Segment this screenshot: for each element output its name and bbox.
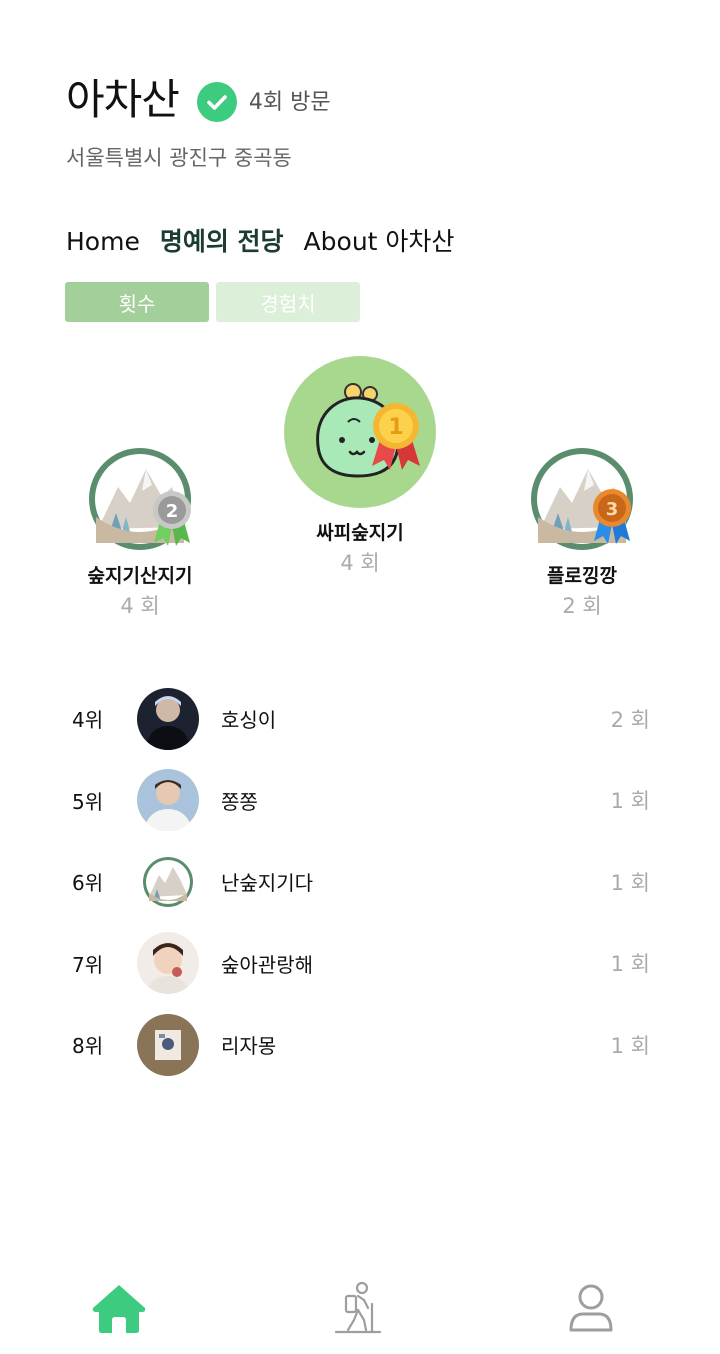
podium-second[interactable]: 2 숲지기산지기 4 회 <box>64 447 216 620</box>
experience-filter-button[interactable]: 경험치 <box>216 282 360 322</box>
user-name: 난숲지기다 <box>221 871 313 896</box>
avatar <box>137 687 199 750</box>
user-name: 리자몽 <box>221 1034 277 1059</box>
avatar <box>137 932 199 995</box>
ranking-list: 4위 호싱이 2 회 5위 쫑쫑 1 회 6위 난숲지기다 1 회 7위 숲아관… <box>72 678 650 1086</box>
visit-count: 1 회 <box>610 789 650 814</box>
gold-medal-icon: 1 <box>372 403 420 470</box>
section-tabs: Home 명예의 전당 About 아차산 <box>66 222 454 258</box>
avatar: 1 <box>284 356 436 508</box>
visit-count: 1 회 <box>610 870 650 895</box>
list-item[interactable]: 4위 호싱이 2 회 <box>72 678 650 760</box>
rank-number: 8위 <box>72 1034 104 1059</box>
visit-count: 4회 방문 <box>248 90 331 115</box>
rank-number: 5위 <box>72 789 104 814</box>
bottom-navigation <box>0 1274 720 1354</box>
verified-check-icon <box>196 82 237 122</box>
svg-text:1: 1 <box>388 415 403 440</box>
podium-second-count: 4 회 <box>120 594 160 618</box>
profile-icon <box>569 1284 613 1332</box>
podium-third-name: 플로낑깡 <box>547 565 617 587</box>
mountain-header: 아차산 4회 방문 서울특별시 광진구 중곡동 <box>66 68 666 172</box>
rank-number: 7위 <box>72 952 104 977</box>
home-icon <box>92 1285 146 1333</box>
list-item[interactable]: 6위 난숲지기다 1 회 <box>72 841 650 923</box>
user-name: 호싱이 <box>221 708 277 733</box>
mountain-name: 아차산 <box>66 74 180 124</box>
avatar <box>137 850 199 913</box>
podium-first-name: 싸피숲지기 <box>316 522 404 544</box>
podium-second-name: 숲지기산지기 <box>87 565 193 587</box>
title-row: 아차산 4회 방문 <box>66 68 666 124</box>
visit-count: 1 회 <box>610 952 650 977</box>
visit-count: 1 회 <box>610 1033 650 1058</box>
hiker-icon <box>334 1281 382 1334</box>
avatar <box>137 769 199 832</box>
mountain-address: 서울특별시 광진구 중곡동 <box>66 146 292 170</box>
ranking-criteria-toggle: 횟수 경험치 <box>65 282 360 322</box>
profile-tab[interactable] <box>561 1278 621 1338</box>
avatar: 3 <box>530 447 634 551</box>
user-name: 쫑쫑 <box>221 789 258 814</box>
tab-home[interactable]: Home <box>66 227 140 256</box>
count-filter-button[interactable]: 횟수 <box>65 282 209 322</box>
rank-number: 4위 <box>72 708 104 733</box>
home-tab[interactable] <box>89 1278 149 1338</box>
podium-first-count: 4 회 <box>340 551 380 575</box>
silver-medal-icon: 2 <box>153 491 191 546</box>
podium-third-count: 2 회 <box>562 594 602 618</box>
bronze-medal-icon: 3 <box>593 489 631 544</box>
tab-about[interactable]: About 아차산 <box>304 222 455 258</box>
hiking-tab[interactable] <box>326 1278 386 1338</box>
list-item[interactable]: 7위 숲아관랑해 1 회 <box>72 923 650 1005</box>
visit-count: 2 회 <box>610 707 650 732</box>
svg-text:3: 3 <box>606 499 619 520</box>
list-item[interactable]: 5위 쫑쫑 1 회 <box>72 760 650 842</box>
rank-number: 6위 <box>72 871 104 896</box>
podium-third[interactable]: 3 플로낑깡 2 회 <box>506 447 658 620</box>
avatar: 2 <box>88 447 192 551</box>
svg-text:2: 2 <box>166 501 179 522</box>
tab-hall-of-fame[interactable]: 명예의 전당 <box>160 222 284 258</box>
user-name: 숲아관랑해 <box>221 952 313 977</box>
podium-first[interactable]: 1 싸피숲지기 4 회 <box>283 356 437 577</box>
avatar <box>137 1013 199 1076</box>
list-item[interactable]: 8위 리자몽 1 회 <box>72 1004 650 1086</box>
